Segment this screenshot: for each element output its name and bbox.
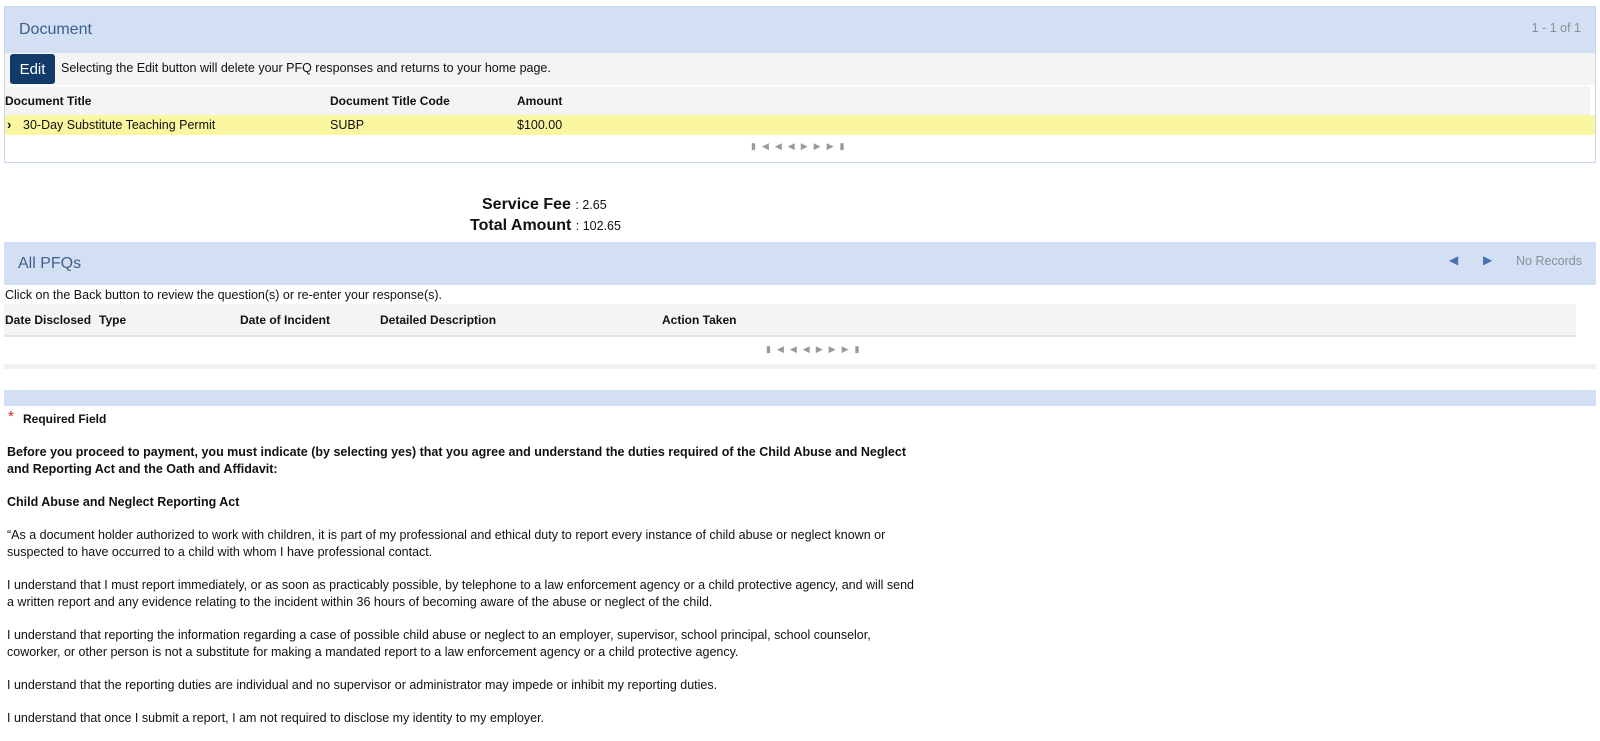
document-amount-cell: $100.00	[517, 118, 563, 132]
edit-row: Edit Selecting the Edit button will dele…	[5, 53, 1595, 85]
act-heading: Child Abuse and Neglect Reporting Act	[7, 495, 240, 509]
last-page-icon[interactable]: ▶▮	[827, 141, 851, 151]
edit-note: Selecting the Edit button will delete yo…	[61, 61, 551, 75]
service-fee-value: : 2.65	[575, 198, 607, 212]
column-header-type[interactable]: Type	[99, 313, 126, 327]
agreement-paragraph-4: I understand that the reporting duties a…	[7, 678, 718, 692]
agreement-paragraph-1: “As a document holder authorized to work…	[7, 528, 886, 559]
document-pager: ▮◀◀◀▶▶▶▮	[751, 141, 850, 152]
pfq-table-footer	[4, 364, 1596, 369]
next-page-icon[interactable]: ▶▶	[801, 141, 827, 151]
document-panel-header: Document 1 - 1 of 1	[5, 7, 1595, 53]
pfq-note: Click on the Back button to review the q…	[5, 288, 443, 302]
pfq-panel-title: All PFQs	[18, 255, 82, 272]
chevron-right-icon[interactable]: ›	[7, 117, 11, 132]
agreement-paragraph-3: I understand that reporting the informat…	[7, 628, 871, 659]
table-row[interactable]: › 30-Day Substitute Teaching Permit SUBP…	[5, 115, 1595, 135]
column-header-document-title[interactable]: Document Title	[5, 94, 91, 108]
next-page-icon[interactable]: ▶▶	[816, 344, 842, 354]
agreement-paragraph-2: I understand that I must report immediat…	[7, 578, 914, 609]
total-amount: Total Amount : 102.65	[470, 217, 621, 235]
column-header-detailed-description[interactable]: Detailed Description	[380, 313, 496, 327]
column-header-document-title-code[interactable]: Document Title Code	[330, 94, 450, 108]
pfq-pager: ▮◀◀◀▶▶▶▮	[766, 344, 865, 355]
prev-record-icon[interactable]: ◀	[1449, 253, 1458, 267]
required-field-label: Required Field	[23, 412, 107, 426]
pfq-panel-header: All PFQs ◀ ▶ No Records	[4, 242, 1596, 285]
document-table-header: Document Title Document Title Code Amoun…	[5, 86, 1590, 116]
document-record-count: 1 - 1 of 1	[1531, 21, 1581, 35]
service-fee-label: Service Fee	[482, 196, 571, 213]
section-divider	[4, 390, 1596, 406]
last-page-icon[interactable]: ▶▮	[842, 344, 866, 354]
first-page-icon[interactable]: ▮◀	[766, 344, 790, 354]
pfq-record-status: No Records	[1516, 254, 1582, 268]
service-fee: Service Fee : 2.65	[482, 196, 607, 214]
column-header-action-taken[interactable]: Action Taken	[662, 313, 736, 327]
document-title-cell: 30-Day Substitute Teaching Permit	[23, 118, 216, 132]
agreement-paragraph-5: I understand that once I submit a report…	[7, 711, 545, 725]
agreement-intro: Before you proceed to payment, you must …	[7, 445, 906, 476]
document-panel: Document 1 - 1 of 1 Edit Selecting the E…	[4, 6, 1596, 163]
column-header-date-of-incident[interactable]: Date of Incident	[240, 313, 330, 327]
prev-page-icon[interactable]: ◀◀	[775, 141, 801, 151]
column-header-date-disclosed[interactable]: Date Disclosed	[5, 313, 91, 327]
total-amount-value: : 102.65	[575, 219, 621, 233]
edit-button[interactable]: Edit	[10, 54, 55, 84]
required-star-icon: *	[8, 408, 14, 425]
pfq-table-header: Date Disclosed Type Date of Incident Det…	[4, 304, 1576, 337]
column-header-amount[interactable]: Amount	[517, 94, 562, 108]
document-code-cell: SUBP	[330, 118, 365, 132]
document-panel-title: Document	[19, 21, 92, 38]
first-page-icon[interactable]: ▮◀	[751, 141, 775, 151]
total-amount-label: Total Amount	[470, 217, 572, 234]
prev-page-icon[interactable]: ◀◀	[790, 344, 816, 354]
next-record-icon[interactable]: ▶	[1483, 253, 1492, 267]
